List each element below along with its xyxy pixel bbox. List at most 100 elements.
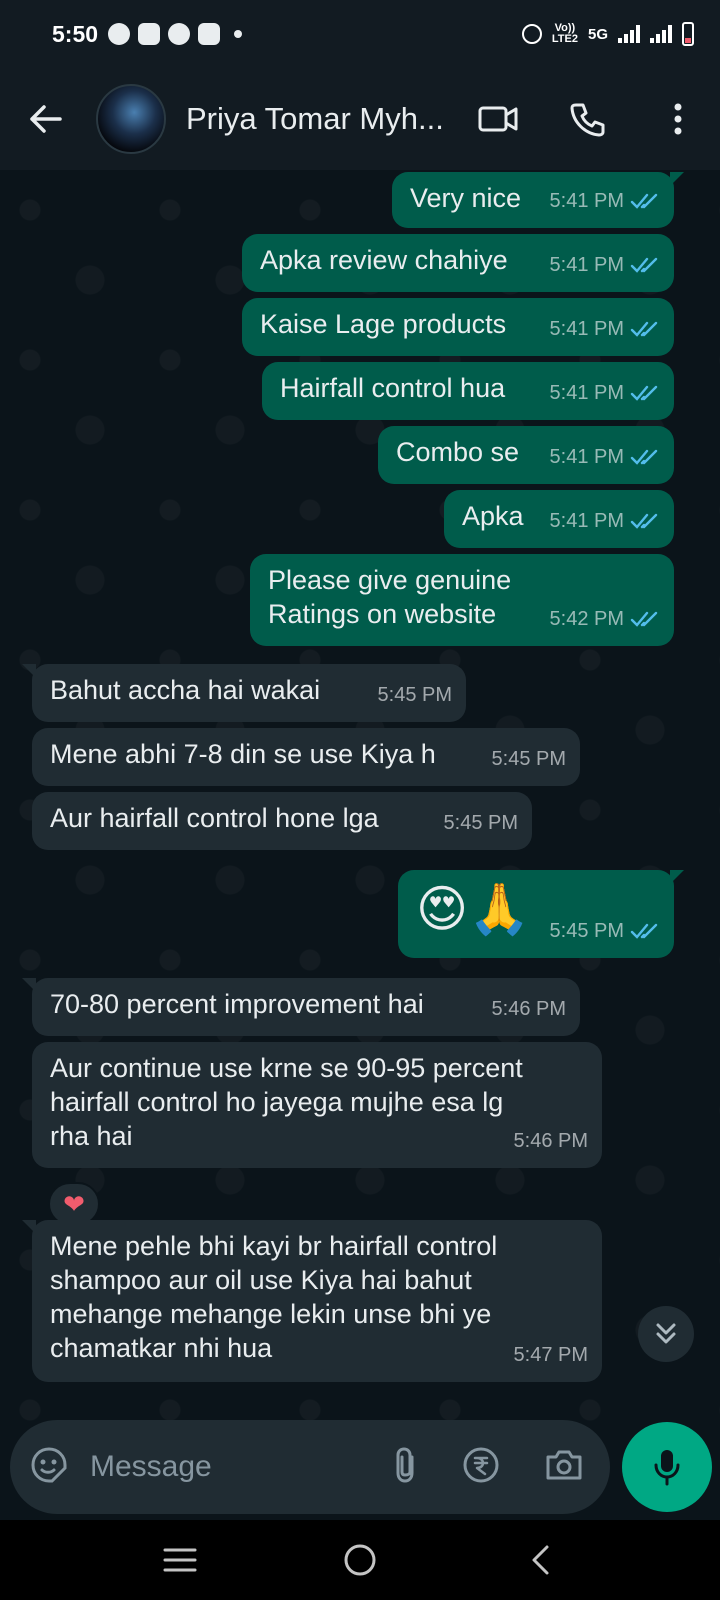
message-bubble[interactable]: Mene pehle bhi kayi br hairfall control … [22,1220,602,1382]
contact-avatar[interactable] [96,84,166,154]
message-time: 5:45 PM [491,748,566,770]
chat-header: Priya Tomar Myh... [0,68,720,170]
more-vert-icon [674,103,682,135]
notification-icons [108,23,243,45]
double-chevron-down-icon [656,1323,676,1344]
message-text-line: chamatkar nhi hua [50,1333,273,1363]
message-text-line: hairfall control ho jayega mujhe esa lg [50,1087,504,1117]
read-ticks-icon [630,257,658,273]
message-time: 5:46 PM [491,998,566,1020]
sticker-icon [31,1446,67,1482]
chat-notification-icon [138,23,161,45]
message-text: Mene abhi 7-8 din se use Kiya h [50,739,436,769]
message-time: 5:41 PM [549,254,624,276]
phone-icon [570,103,605,137]
message-time: 5:46 PM [513,1130,588,1152]
home-circle-icon [344,1544,376,1576]
message-bubble[interactable]: Aur continue use krne se 90-95 percent h… [32,1042,602,1168]
message-emoji: 😍🙏 [416,881,531,937]
read-ticks-icon [630,611,658,627]
message-text: Kaise Lage products [260,309,507,339]
read-ticks-icon [630,923,658,939]
message-text-line: Ratings on website [268,599,497,629]
voice-call-button[interactable] [566,97,610,141]
message-time: 5:45 PM [443,812,518,834]
message-time: 5:41 PM [549,382,624,404]
read-ticks-icon [630,449,658,465]
snapchat-notification-icon [168,23,191,45]
video-call-button[interactable] [476,97,520,141]
home-button[interactable] [330,1540,390,1580]
message-time: 5:41 PM [549,510,624,532]
attach-button[interactable] [392,1445,418,1490]
message-time: 5:41 PM [549,190,624,212]
battery-icon [682,22,694,46]
scroll-to-bottom-button[interactable] [638,1306,694,1362]
signal-icon [618,25,640,43]
alarm-icon [521,24,542,44]
message-text: Apka review chahiye [260,245,508,275]
message-bubble[interactable]: Mene abhi 7-8 din se use Kiya h 5:45 PM [32,728,580,786]
message-bubble[interactable]: 70-80 percent improvement hai 5:46 PM [22,978,580,1036]
contact-name[interactable]: Priya Tomar Myh... [186,101,446,137]
read-ticks-icon [630,513,658,529]
message-input[interactable]: Message [90,1450,392,1484]
message-text: Apka [462,501,524,531]
back-arrow-icon [30,105,62,133]
camera-icon [546,1450,582,1479]
message-bubble[interactable]: Aur hairfall control hone lga 5:45 PM [32,792,532,850]
rupee-icon [463,1447,499,1482]
message-text: Aur hairfall control hone lga [50,803,379,833]
microphone-icon [654,1450,680,1486]
menu-icon [163,1548,197,1572]
more-options-button[interactable] [656,97,700,141]
message-text: Bahut accha hai wakai [50,675,321,705]
message-text: Hairfall control hua [280,373,506,403]
message-bubble[interactable]: 😍🙏 5:45 PM [398,870,684,958]
system-status: Vo)) LTE2 5G [521,22,694,46]
message-time: 5:47 PM [513,1344,588,1366]
chat-notification-icon-2 [198,23,221,45]
message-bubble[interactable]: Hairfall control hua 5:41 PM [262,362,674,420]
message-text-line: mehange mehange lekin unse bhi ye [50,1299,492,1329]
whatsapp-notification-icon [108,23,131,45]
message-time: 5:41 PM [549,446,624,468]
message-text-line: Aur continue use krne se 90-95 percent [50,1053,523,1083]
message-text-line: shampoo aur oil use Kiya hai bahut [50,1265,472,1295]
emoji-sticker-button[interactable] [30,1446,68,1489]
read-ticks-icon [630,193,658,209]
camera-button[interactable] [544,1448,584,1487]
recents-button[interactable] [150,1540,210,1580]
message-bubble[interactable]: Combo se 5:41 PM [378,426,674,484]
message-bubble[interactable]: Apka review chahiye 5:41 PM [242,234,674,292]
video-call-icon [478,106,518,132]
message-composer[interactable]: Message [10,1420,610,1514]
message-text: Very nice [410,183,522,213]
payment-button[interactable] [462,1446,500,1489]
message-bubble[interactable]: Kaise Lage products 5:41 PM [242,298,674,356]
message-time: 5:45 PM [377,684,452,706]
network-type: 5G [587,25,608,43]
status-bar: 5:50 Vo)) LTE2 5G [0,0,720,68]
message-time: 5:41 PM [549,318,624,340]
message-text-line: Mene pehle bhi kayi br hairfall control [50,1231,498,1261]
message-text: Combo se [396,437,520,467]
chat-area[interactable]: Very nice 5:41 PM Apka review chahiye 5:… [0,170,720,1522]
message-bubble[interactable]: Bahut accha hai wakai 5:45 PM [22,664,466,722]
message-text-line: Please give genuine [268,565,512,595]
paperclip-icon [396,1446,414,1483]
back-button[interactable] [20,94,70,144]
more-notifications-dot-icon [234,30,243,38]
read-ticks-icon [630,321,658,337]
read-ticks-icon [630,385,658,401]
message-time: 5:45 PM [549,920,624,942]
chevron-left-icon [532,1545,549,1575]
message-bubble[interactable]: Very nice 5:41 PM [392,172,684,228]
message-bubble[interactable]: Apka 5:41 PM [444,490,674,548]
message-bubble[interactable]: Please give genuine Ratings on website 5… [250,554,674,646]
voice-message-button[interactable] [622,1422,712,1512]
volte-indicator: Vo)) LTE2 [551,22,578,45]
status-time: 5:50 [52,20,99,47]
message-text: 70-80 percent improvement hai [50,989,424,1019]
system-back-button[interactable] [510,1540,570,1580]
